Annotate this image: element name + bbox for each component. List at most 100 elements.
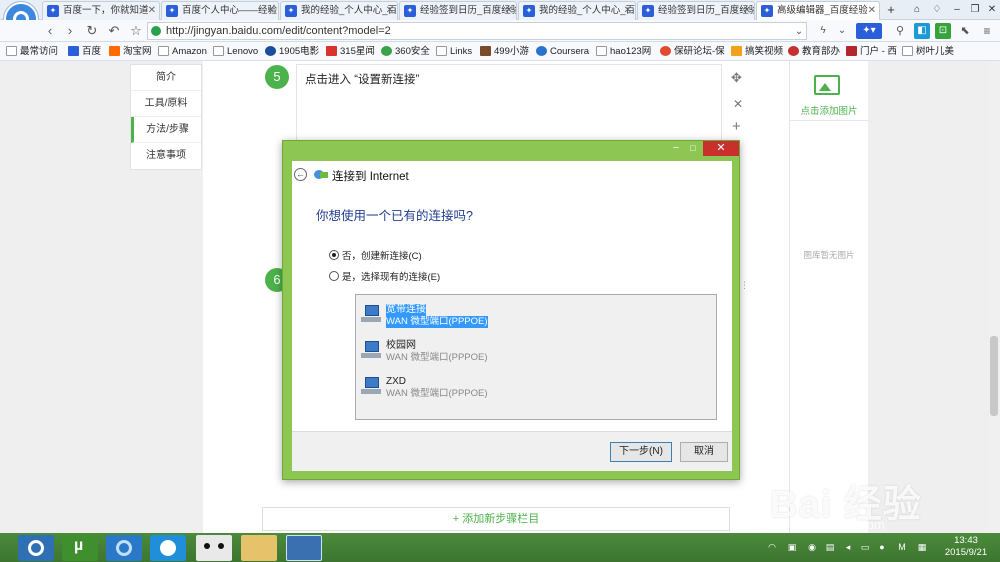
radio-create-new-label[interactable]: 否，创建新连接(C) — [342, 248, 422, 262]
bookmark-item[interactable]: Links — [436, 44, 472, 59]
qq-icon[interactable]: ● — [876, 541, 888, 553]
tab-checkin-calendar[interactable]: ✦ 经验签到日历_百度经验 ✕ — [399, 1, 517, 20]
new-tab-button[interactable]: + — [882, 2, 900, 18]
dialog-close-button[interactable]: ✕ — [703, 141, 739, 156]
file-explorer-icon[interactable] — [241, 535, 277, 561]
close-tab-icon[interactable]: ✕ — [624, 2, 632, 19]
step-text-box[interactable]: 点击进入 “设置新连接” — [296, 64, 722, 144]
radio-use-existing-label[interactable]: 是，选择现有的连接(E) — [342, 269, 440, 283]
taobao-icon — [109, 46, 120, 56]
forward-arrow-icon[interactable]: › — [62, 23, 78, 39]
security-tray-icon[interactable]: ▣ — [786, 541, 798, 553]
radio-use-existing[interactable] — [329, 271, 339, 281]
bookmark-item[interactable]: 1905电影 — [265, 44, 319, 59]
bookmark-item[interactable]: hao123网 — [596, 44, 651, 59]
wifi-icon[interactable]: ◠ — [766, 541, 778, 553]
search-icon[interactable]: ⚲ — [892, 23, 908, 39]
taskbar-clock[interactable]: 13:43 2015/9/21 — [938, 535, 994, 559]
add-step-button[interactable]: + 添加新步骤栏目 — [262, 507, 730, 531]
move-icon[interactable]: ✥ — [731, 70, 742, 86]
tab-my-experience[interactable]: ✦ 我的经验_个人中心_百度经验✕ — [280, 1, 398, 20]
close-tab-icon[interactable]: ✕ — [743, 2, 751, 19]
close-window-button[interactable]: ✕ — [983, 2, 1000, 18]
add-icon[interactable]: + — [732, 118, 741, 135]
bookmark-item[interactable]: 315星闻 — [326, 44, 375, 59]
list-item[interactable]: 宽带连接 WAN 微型端口(PPPOE) — [356, 302, 716, 332]
bookmark-label: 最常访问 — [20, 46, 59, 57]
volume-icon[interactable]: ◂ — [842, 541, 854, 553]
menu-icon[interactable]: ≡ — [979, 23, 995, 39]
minimize-window-button[interactable]: – — [948, 2, 966, 18]
search-engine-baidu-icon[interactable]: ✦▾ — [856, 23, 882, 39]
compass-icon[interactable] — [150, 535, 186, 561]
tab-label: 我的经验_个人中心_百度经验 — [301, 5, 398, 16]
sidebar-item-steps[interactable]: 方法/步骤 — [131, 117, 201, 143]
camera-icon[interactable]: ◉ — [806, 541, 818, 553]
close-tab-icon[interactable]: ✕ — [148, 2, 156, 19]
next-button[interactable]: 下一步(N) — [610, 442, 672, 462]
back-arrow-icon[interactable]: ‹ — [42, 23, 58, 39]
dialog-minimize-button[interactable]: – — [668, 141, 684, 156]
dialog-maximize-button[interactable]: □ — [685, 141, 701, 156]
scrollbar-thumb[interactable] — [990, 336, 998, 416]
tab-my-experience-2[interactable]: ✦ 我的经验_个人中心_百度经验✕ — [518, 1, 636, 20]
close-tab-icon[interactable]: ✕ — [505, 2, 513, 19]
bookmark-item[interactable]: 搞笑视频 — [731, 44, 783, 59]
sidebar-item-tools[interactable]: 工具/原料 — [131, 91, 201, 117]
favorite-star-icon[interactable]: ☆ — [128, 23, 144, 39]
list-item[interactable]: ZXD WAN 微型端口(PPPOE) — [356, 374, 716, 404]
bookmark-label: 淘宝网 — [123, 46, 152, 57]
bookmark-item[interactable]: 教育部办 — [788, 44, 840, 59]
notification-icon[interactable]: ▦ — [916, 541, 928, 553]
delete-icon[interactable]: ✕ — [733, 97, 743, 111]
utorrent-icon[interactable]: µ — [62, 535, 98, 561]
bookmark-item[interactable]: 最常访问 — [6, 44, 58, 59]
bookmark-item[interactable]: 保研论坛-保 — [660, 44, 725, 59]
sidebar-item-intro[interactable]: 简介 — [131, 65, 201, 91]
connection-list[interactable]: 宽带连接 WAN 微型端口(PPPOE) 校园网 WAN 微型端口(PPPOE)… — [355, 294, 717, 420]
tab-personal-center[interactable]: ✦ 百度个人中心——经验 ✕ — [161, 1, 279, 20]
chevron-down-icon[interactable]: ⌄ — [834, 23, 850, 39]
list-item[interactable]: 校园网 WAN 微型端口(PPPOE) — [356, 338, 716, 368]
back-arrow-icon[interactable]: ← — [294, 168, 307, 181]
restore-window-button[interactable]: ❐ — [966, 2, 984, 18]
translate-icon[interactable]: ◧ — [914, 23, 930, 39]
network-tray-icon[interactable]: ▤ — [824, 541, 836, 553]
browser-taskbar-icon[interactable] — [18, 535, 54, 561]
tab-checkin-calendar-2[interactable]: ✦ 经验签到日历_百度经验 ✕ — [637, 1, 755, 20]
tab-advanced-editor[interactable]: ✦ 高级编辑器_百度经验 ✕ — [756, 1, 880, 20]
undo-close-icon[interactable]: ↶ — [106, 23, 122, 39]
url-dropdown-icon[interactable]: ⌄ — [791, 24, 807, 40]
panda-icon[interactable] — [196, 535, 232, 561]
tab-baidu-home[interactable]: ✦ 百度一下，你就知道 ✕ — [42, 1, 160, 20]
bookmark-item[interactable]: 360安全 — [381, 44, 430, 59]
screenshot-icon[interactable]: ⊡ — [935, 23, 951, 39]
bolt-icon[interactable]: ϟ — [815, 23, 831, 39]
ie-icon[interactable] — [106, 535, 142, 561]
shirt-icon[interactable]: ♢ — [928, 2, 946, 18]
url-input[interactable]: http://jingyan.baidu.com/edit/content?mo… — [147, 22, 807, 40]
add-image-area[interactable]: 点击添加图片 — [790, 61, 868, 121]
battery-icon[interactable]: ▭ — [859, 541, 871, 553]
bookmark-item[interactable]: Amazon — [158, 44, 207, 59]
tools-icon[interactable]: ⬉ — [957, 23, 973, 39]
radio-create-new[interactable] — [329, 250, 339, 260]
step-tool-icon[interactable]: ⋮ — [740, 280, 749, 291]
close-tab-icon[interactable]: ✕ — [267, 2, 275, 19]
bookmark-item[interactable]: 百度 — [68, 44, 101, 59]
refresh-icon[interactable]: ↻ — [84, 23, 100, 39]
bookmark-item[interactable]: Coursera — [536, 44, 589, 59]
baidu-paw-icon: ✦ — [761, 5, 773, 17]
close-tab-icon[interactable]: ✕ — [386, 2, 394, 19]
bookmark-item[interactable]: 淘宝网 — [109, 44, 152, 59]
bookmark-item[interactable]: 树叶儿美 — [902, 44, 954, 59]
close-tab-icon[interactable]: ✕ — [868, 2, 876, 19]
cancel-button[interactable]: 取消 — [680, 442, 728, 462]
bookmark-item[interactable]: 499小游 — [480, 44, 529, 59]
control-panel-icon[interactable] — [286, 535, 322, 561]
skin-icon[interactable]: ⌂ — [908, 2, 926, 18]
sidebar-item-notes[interactable]: 注意事项 — [131, 143, 201, 169]
bookmark-item[interactable]: Lenovo — [213, 44, 258, 59]
mail-icon[interactable]: M — [896, 541, 908, 553]
bookmark-item[interactable]: 门户 - 西 — [846, 44, 897, 59]
